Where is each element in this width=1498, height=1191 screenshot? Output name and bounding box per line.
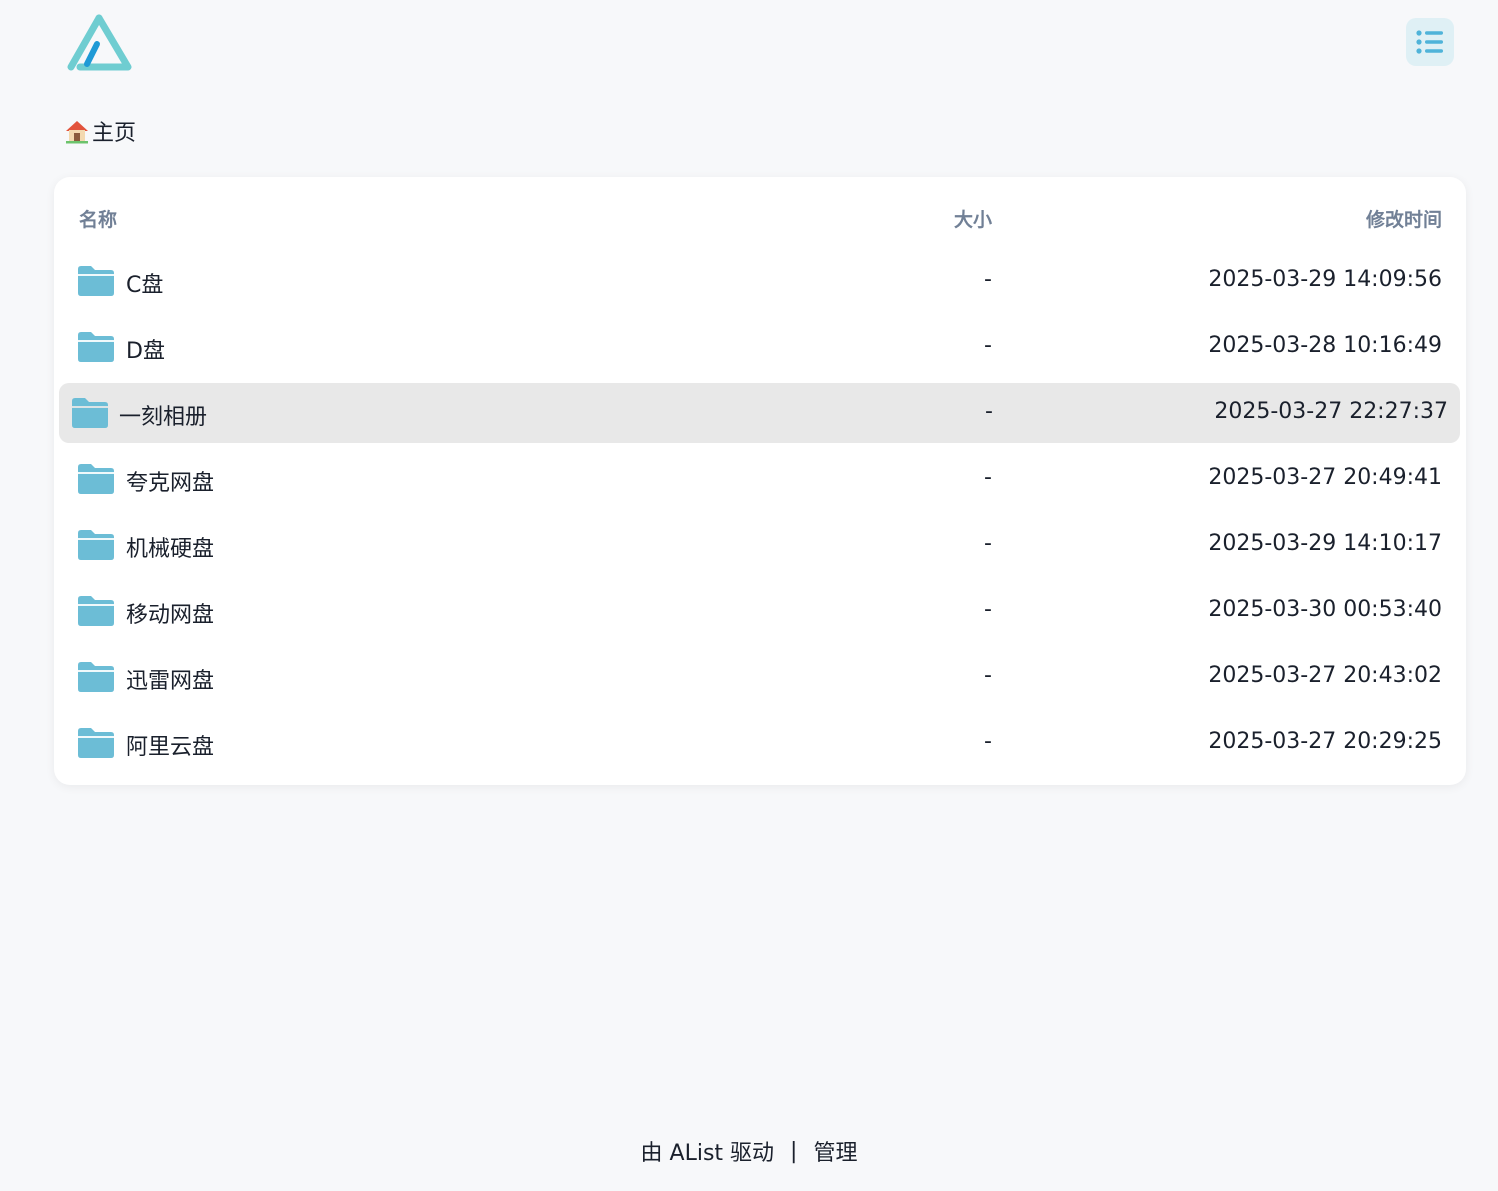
folder-icon: [72, 398, 108, 428]
footer-separator: |: [790, 1138, 798, 1164]
file-modified: 2025-03-27 20:43:02: [1208, 663, 1442, 688]
file-name: C盘: [126, 273, 164, 298]
file-size: -: [984, 597, 992, 622]
file-modified: 2025-03-27 20:29:25: [1208, 729, 1442, 754]
file-name: 机械硬盘: [126, 537, 215, 562]
file-name: D盘: [126, 339, 165, 364]
file-modified: 2025-03-30 00:53:40: [1208, 597, 1442, 622]
table-row[interactable]: 机械硬盘 - 2025-03-29 14:10:17: [54, 515, 1466, 575]
file-list: 名称 大小 修改时间 C盘 - 2025-03-29 14:09:56 D盘 -…: [54, 177, 1466, 785]
house-icon: [66, 121, 88, 144]
column-name-header[interactable]: 名称: [79, 205, 117, 232]
menu-button[interactable]: [1406, 18, 1454, 66]
file-size: -: [984, 663, 992, 688]
table-row[interactable]: D盘 - 2025-03-28 10:16:49: [54, 317, 1466, 377]
column-size-header[interactable]: 大小: [954, 205, 992, 232]
file-size: -: [984, 531, 992, 556]
list-icon: [1416, 30, 1443, 54]
file-name: 阿里云盘: [126, 735, 215, 760]
file-name: 迅雷网盘: [126, 669, 215, 694]
admin-link[interactable]: 管理: [813, 1135, 857, 1167]
file-size: -: [984, 333, 992, 358]
table-row[interactable]: C盘 - 2025-03-29 14:09:56: [54, 251, 1466, 311]
file-modified: 2025-03-27 20:49:41: [1208, 465, 1442, 490]
table-row[interactable]: 移动网盘 - 2025-03-30 00:53:40: [54, 581, 1466, 641]
file-modified: 2025-03-27 22:27:37: [1214, 399, 1448, 424]
header: [0, 0, 1498, 90]
folder-icon: [78, 662, 114, 692]
file-modified: 2025-03-29 14:09:56: [1208, 267, 1442, 292]
table-row[interactable]: 夸克网盘 - 2025-03-27 20:49:41: [54, 449, 1466, 509]
table-header: 名称 大小 修改时间: [54, 177, 1466, 255]
file-modified: 2025-03-29 14:10:17: [1208, 531, 1442, 556]
breadcrumb-home-label[interactable]: 主页: [92, 115, 136, 147]
table-row[interactable]: 一刻相册 - 2025-03-27 22:27:37: [59, 383, 1460, 443]
file-name: 一刻相册: [119, 405, 208, 430]
breadcrumb[interactable]: 主页: [64, 114, 136, 148]
folder-icon: [78, 728, 114, 758]
alist-link[interactable]: 由 AList 驱动: [641, 1135, 775, 1167]
folder-icon: [78, 530, 114, 560]
folder-icon: [78, 464, 114, 494]
file-name: 移动网盘: [126, 603, 215, 628]
table-row[interactable]: 迅雷网盘 - 2025-03-27 20:43:02: [54, 647, 1466, 707]
file-size: -: [984, 465, 992, 490]
file-size: -: [984, 729, 992, 754]
folder-icon: [78, 266, 114, 296]
column-modified-header[interactable]: 修改时间: [1366, 205, 1442, 232]
file-size: -: [984, 267, 992, 292]
footer: 由 AList 驱动 | 管理: [0, 1134, 1498, 1168]
folder-icon: [78, 332, 114, 362]
table-row[interactable]: 阿里云盘 - 2025-03-27 20:29:25: [54, 713, 1466, 773]
alist-logo-icon[interactable]: [66, 14, 132, 72]
folder-icon: [78, 596, 114, 626]
file-modified: 2025-03-28 10:16:49: [1208, 333, 1442, 358]
file-name: 夸克网盘: [126, 471, 215, 496]
file-size: -: [985, 399, 993, 424]
